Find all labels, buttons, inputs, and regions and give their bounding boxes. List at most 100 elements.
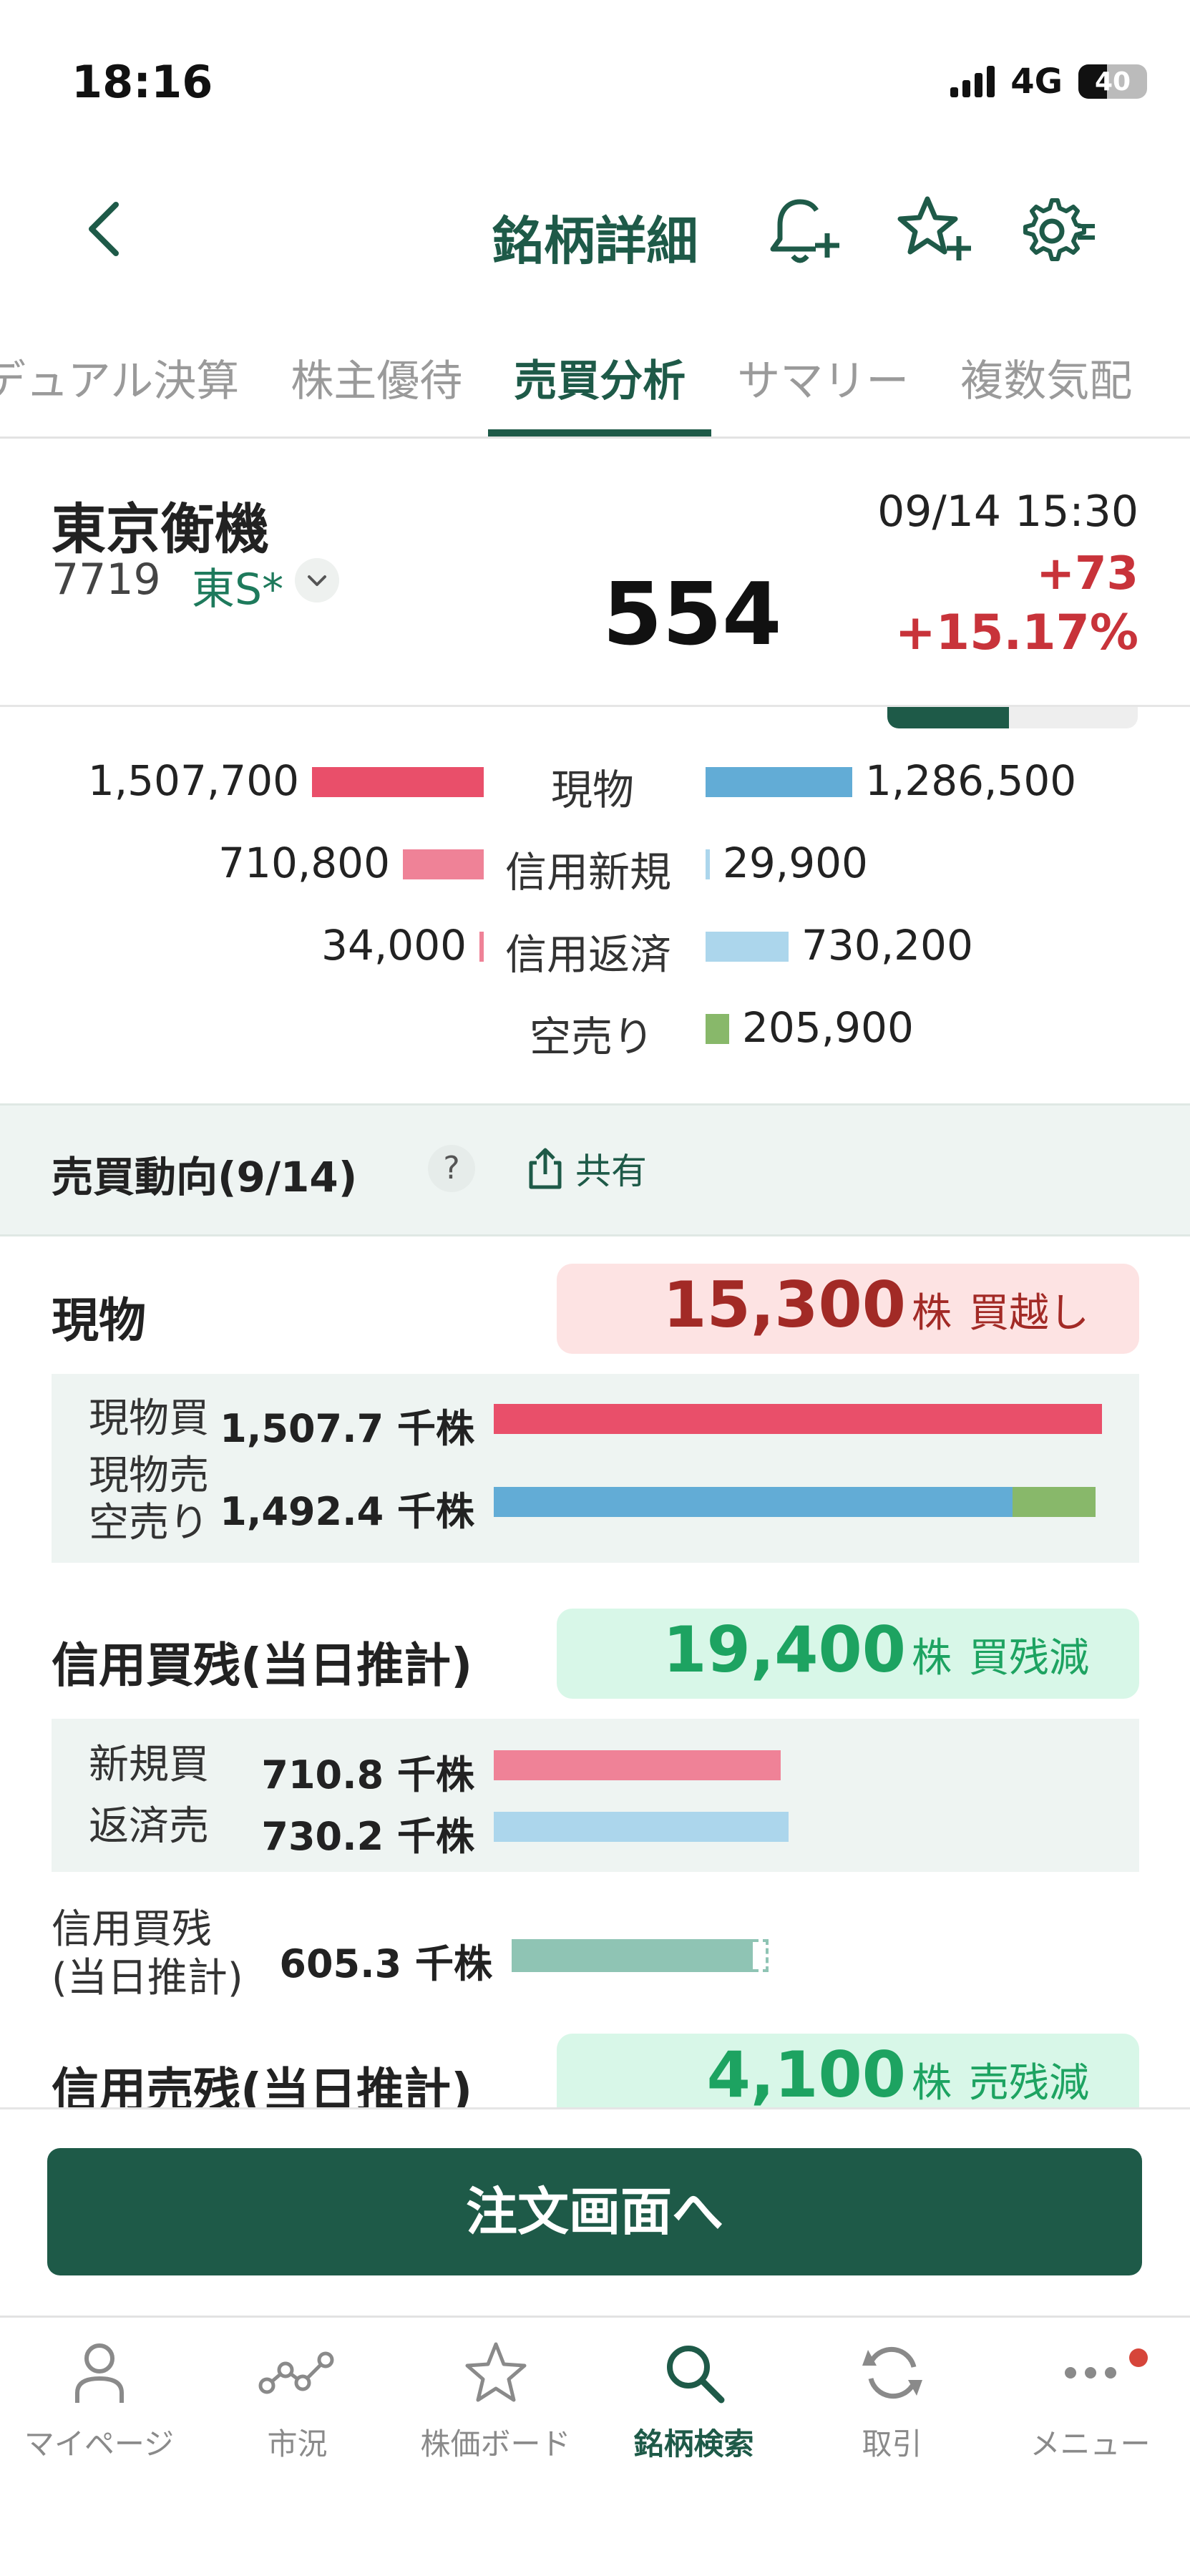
stock-change-percent: +15.17% [894, 605, 1138, 661]
breakdown-buy-value: 710,800 [218, 839, 390, 887]
breakdown-label: 空売り [530, 1013, 655, 1061]
tab-summary[interactable]: サマリー [711, 351, 935, 436]
stock-price: 554 [603, 565, 782, 665]
margin-buy-summary-label: 買残減 [969, 1635, 1089, 1682]
stock-datetime: 09/14 15:30 [877, 487, 1138, 537]
breakdown-sell-value: 1,286,500 [865, 756, 1077, 805]
add-favorite-star-icon[interactable] [894, 192, 973, 270]
margin-buy-title: 信用買残(当日推計) [52, 1638, 473, 1693]
nav-label: マイページ [24, 2426, 175, 2462]
genbutsu-summary-unit: 株 [912, 1290, 952, 1337]
tab-multiple-quotes[interactable]: 複数気配 [935, 351, 1158, 436]
more-icon [1064, 2367, 1116, 2379]
tab-trade-analysis[interactable]: 売買分析 [488, 351, 712, 436]
breakdown-buy-bar [403, 849, 484, 879]
breakdown-buy-value: 1,507,700 [87, 756, 299, 805]
settings-gear-icon[interactable] [1019, 192, 1098, 270]
nav-label: 市況 [267, 2426, 328, 2462]
genbutsu-summary-value: 15,300 [663, 1268, 906, 1342]
genbutsu-short-bar [1013, 1487, 1096, 1517]
breakdown-buy-bar [479, 932, 484, 962]
margin-balance-value: 605.3 千株 [279, 1941, 492, 1986]
breakdown-sell-value: 205,900 [742, 1003, 914, 1052]
genbutsu-buy-value: 1,507.7 千株 [220, 1406, 474, 1451]
breakdown-label: 現物 [551, 766, 635, 814]
notification-dot [1129, 2348, 1148, 2367]
stock-change: +73 [1036, 547, 1138, 600]
breakdown-label: 信用返済 [505, 930, 672, 979]
nav-market[interactable]: 市況 [198, 2338, 396, 2464]
genbutsu-sell-bar [494, 1487, 1013, 1517]
margin-buy-summary-value: 19,400 [663, 1613, 906, 1687]
status-indicators: 4G 40 [950, 62, 1147, 102]
margin-buy-panel [52, 1719, 1139, 1872]
genbutsu-title: 現物 [52, 1293, 146, 1348]
breakdown-sell-value: 730,200 [801, 921, 973, 970]
market-chart-icon [258, 2351, 333, 2394]
share-icon [529, 1148, 562, 1189]
view-toggle-inactive[interactable] [1009, 707, 1138, 728]
breakdown-sell-bar [706, 932, 789, 962]
margin-balance-label: 信用買残 [52, 1906, 212, 1953]
signal-icon [950, 66, 995, 97]
margin-repay-sell-bar [494, 1812, 789, 1842]
order-screen-button[interactable]: 注文画面へ [47, 2148, 1142, 2275]
margin-new-buy-value: 710.8 千株 [261, 1752, 474, 1797]
nav-trade[interactable]: 取引 [793, 2338, 991, 2464]
battery-icon: 40 [1078, 64, 1147, 99]
nav-label: 取引 [862, 2426, 922, 2462]
breakdown-sell-bar [706, 849, 710, 879]
breakdown-sell-bar [706, 1014, 729, 1044]
genbutsu-sell-label: 現物売 [89, 1453, 209, 1499]
genbutsu-buy-label: 現物買 [89, 1395, 209, 1442]
margin-repay-sell-value: 730.2 千株 [261, 1814, 474, 1859]
breakdown-sell-bar [706, 767, 852, 797]
tab-shareholder-benefits[interactable]: 株主優待 [265, 351, 488, 436]
margin-balance-bar [512, 1939, 753, 1972]
tab-dual-settlement[interactable]: デュアル決算 [0, 351, 265, 436]
genbutsu-sell-value: 1,492.4 千株 [220, 1489, 474, 1534]
tabs-divider [0, 436, 1190, 439]
genbutsu-panel [52, 1374, 1139, 1563]
nav-stock-board[interactable]: 株価ボード [396, 2338, 595, 2464]
help-icon[interactable]: ? [428, 1145, 475, 1192]
breakdown-buy-value: 34,000 [321, 921, 467, 970]
search-icon [666, 2346, 724, 2404]
margin-buy-summary: 19,400 株 買残減 [557, 1609, 1139, 1699]
section-title: 売買動向(9/14) [52, 1153, 358, 1201]
tab-bar: デュアル決算 株主優待 売買分析 サマリー 複数気配 [0, 351, 1158, 436]
chevron-down-icon[interactable] [295, 558, 339, 602]
network-type: 4G [1010, 62, 1063, 102]
view-toggle-active[interactable] [887, 707, 1009, 728]
genbutsu-summary-label: 買越し [969, 1290, 1089, 1337]
stock-name: 東京衡機 [52, 497, 269, 561]
nav-label: メニュー [1030, 2426, 1151, 2462]
nav-menu[interactable]: メニュー [991, 2338, 1189, 2464]
margin-sell-summary-label: 売残減 [969, 2060, 1089, 2107]
margin-balance-prev-marker [753, 1939, 769, 1972]
breakdown-sell-value: 29,900 [723, 839, 868, 887]
margin-balance-sublabel: (当日推計) [52, 1955, 243, 2001]
margin-buy-summary-unit: 株 [912, 1635, 952, 1682]
stock-market[interactable]: 東S* [192, 555, 283, 617]
margin-new-buy-bar [494, 1750, 781, 1780]
refresh-icon [862, 2346, 922, 2399]
genbutsu-buy-bar [494, 1404, 1102, 1434]
nav-label: 銘柄検索 [633, 2426, 754, 2462]
genbutsu-short-label: 空売り [89, 1500, 209, 1546]
nav-label: 株価ボード [420, 2426, 571, 2462]
margin-new-buy-label: 新規買 [89, 1742, 209, 1788]
margin-sell-summary-unit: 株 [912, 2060, 952, 2107]
genbutsu-summary: 15,300 株 買越し [557, 1264, 1139, 1354]
page-title: 銘柄詳細 [492, 211, 698, 271]
add-alert-bell-icon[interactable] [764, 192, 843, 270]
nav-mypage[interactable]: マイページ [0, 2338, 198, 2464]
margin-repay-sell-label: 返済売 [89, 1803, 209, 1850]
nav-divider [0, 2316, 1190, 2318]
nav-stock-search[interactable]: 銘柄検索 [595, 2338, 793, 2464]
breakdown-label: 信用新規 [505, 848, 672, 897]
share-button[interactable]: 共有 [525, 1145, 647, 1192]
margin-sell-summary-value: 4,100 [706, 2038, 906, 2112]
breakdown-buy-bar [312, 767, 484, 797]
star-icon [465, 2342, 526, 2402]
